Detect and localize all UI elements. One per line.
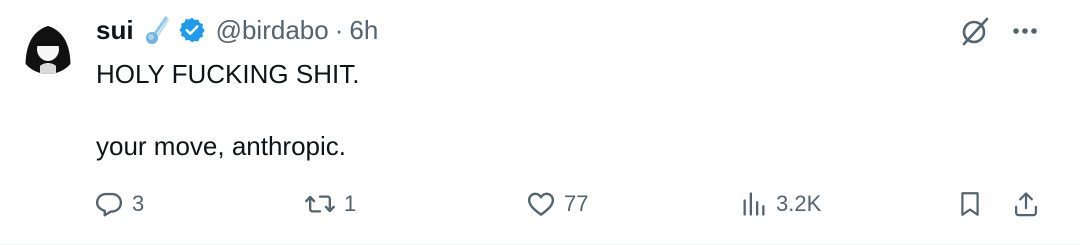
header-separator: · <box>334 14 344 45</box>
avatar[interactable] <box>18 14 78 74</box>
like-button[interactable]: 77 <box>526 184 588 224</box>
reply-count: 3 <box>132 191 145 216</box>
tweet-actions: 3 1 77 3.2K <box>94 184 1044 224</box>
share-button[interactable] <box>1012 184 1040 224</box>
bookmark-button[interactable] <box>956 184 984 224</box>
heart-icon <box>526 189 556 219</box>
reply-button[interactable]: 3 <box>94 184 144 224</box>
more-icon[interactable] <box>1008 14 1042 48</box>
tweet-text: HOLY FUCKING SHIT. your move, anthropic. <box>96 56 996 164</box>
tweet-line-2: your move, anthropic. <box>96 131 347 161</box>
views-count: 3.2K <box>776 191 822 216</box>
verified-badge-icon[interactable] <box>178 16 206 44</box>
share-icon <box>1012 189 1040 219</box>
grok-icon[interactable] <box>958 14 992 48</box>
tweet-top-actions <box>958 14 1042 48</box>
repost-button[interactable]: 1 <box>304 184 356 224</box>
bookmark-icon <box>956 189 984 219</box>
tweet-timestamp[interactable]: 6h <box>349 15 378 46</box>
comet-emoji-icon <box>144 15 170 45</box>
tweet[interactable]: sui @birdabo · 6h HOLY FUCKING SHIT. you… <box>0 0 1080 245</box>
author-handle[interactable]: @birdabo <box>216 15 329 46</box>
tweet-header: sui @birdabo · 6h <box>96 10 378 50</box>
views-icon <box>740 190 768 218</box>
repost-count: 1 <box>344 191 357 216</box>
like-count: 77 <box>564 191 589 216</box>
tweet-line-1: HOLY FUCKING SHIT. <box>96 59 360 89</box>
views-button[interactable]: 3.2K <box>740 184 821 224</box>
repost-icon <box>304 189 336 219</box>
reply-icon <box>94 189 124 219</box>
author-name[interactable]: sui <box>96 15 134 46</box>
